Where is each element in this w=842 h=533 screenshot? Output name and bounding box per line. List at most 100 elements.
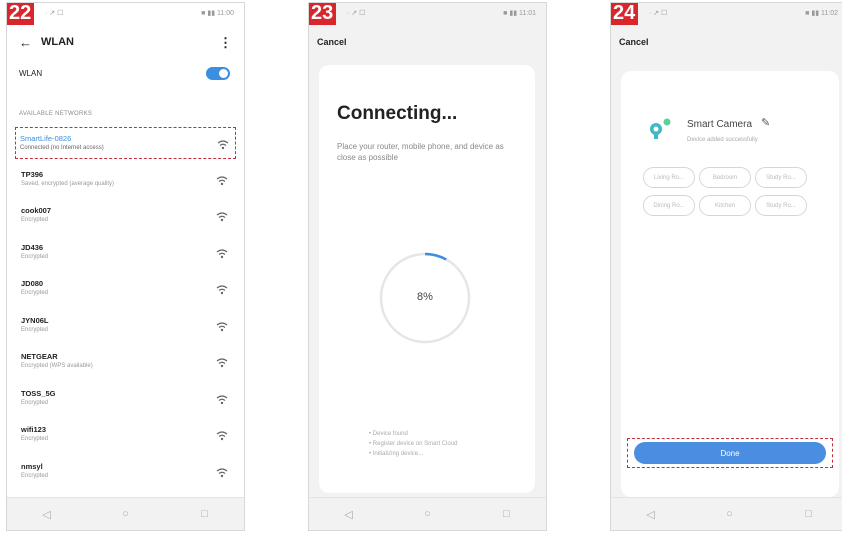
network-name: TP396 [21,169,44,179]
wifi-signal-icon [216,321,228,331]
wifi-signal-icon [216,248,228,258]
room-chip[interactable]: Kitchen [699,195,751,216]
system-nav-bar: ◁ ○ □ [611,497,842,530]
network-list-item[interactable]: wifi123 Encrypted [17,419,234,456]
status-icons-left: · ↗ ☐ [45,10,64,17]
nav-recent-icon[interactable]: □ [487,508,527,520]
camera-device-icon [650,118,671,139]
progress-step: • Device found [369,431,408,437]
network-name: wifi123 [21,425,47,434]
step-badge: 23 [309,3,337,25]
status-icons-left: · ↗ ☐ [649,10,668,17]
wifi-signal-icon [217,140,229,150]
wlan-toggle-label: WLAN [19,69,43,78]
network-status: Encrypted (WPS available) [21,363,93,369]
status-icons-left: · ↗ ☐ [347,10,366,17]
room-chip[interactable]: Study Ro... [755,167,807,188]
edit-name-icon[interactable]: ✎ [761,116,770,129]
nav-back-icon[interactable]: ◁ [631,508,671,521]
cancel-link[interactable]: Cancel [317,37,347,47]
wifi-signal-icon [216,431,228,441]
nav-home-icon[interactable]: ○ [106,508,146,520]
progress-step: • Initializing device... [369,451,424,457]
done-button[interactable]: Done [634,442,826,464]
network-status: Encrypted [21,217,49,223]
status-icons-right: ■ ▮▮ 11:02 [805,10,838,17]
room-chip[interactable]: Dining Ro... [643,195,695,216]
network-status: Encrypted [21,326,49,333]
wifi-signal-icon [216,467,228,477]
network-list-item[interactable]: NETGEAR Encrypted (WPS available) [17,346,234,383]
network-list-item[interactable]: JD436 Encrypted [17,237,234,274]
device-name: Smart Camera [687,119,753,130]
section-label: AVAILABLE NETWORKS [19,111,93,117]
status-icons-right: ■ ▮▮ 11:00 [201,10,234,17]
step-badge: 22 [7,3,35,25]
status-bar: · ↗ ☐ ■ ▮▮ 11:01 [309,9,546,21]
wlan-header: ← WLAN ⋮ [15,33,236,53]
wlan-page: · ↗ ☐ ■ ▮▮ 11:00 ← WLAN ⋮ WLAN AVAILABLE… [7,3,244,498]
nav-back-icon[interactable]: ◁ [329,508,369,521]
network-list-item[interactable]: nmsyl Encrypted [17,456,234,493]
room-chip[interactable]: Study Ro... [755,195,807,216]
done-highlight: Done [627,438,833,468]
wifi-signal-icon [216,285,228,295]
progress-steps: • Device found • Register device on Smart… [369,429,457,459]
network-list-item[interactable]: TOSS_5G Encrypted [17,383,234,420]
connecting-card: Connecting... Place your router, mobile … [319,65,535,493]
nav-recent-icon[interactable]: □ [789,508,829,520]
progress-step: • Register device on Smart Cloud [369,441,458,447]
step-badge: 24 [611,3,639,25]
network-status: Encrypted [21,399,49,406]
toggle-knob [219,69,228,78]
network-name: cook007 [21,206,52,215]
room-chip[interactable]: Bedroom [699,167,751,188]
system-nav-bar: ◁ ○ □ [309,497,546,530]
wifi-signal-icon [216,212,228,222]
page-title: WLAN [41,36,74,48]
status-icons-right: ■ ▮▮ 11:01 [503,10,536,17]
nav-back-icon[interactable]: ◁ [27,508,67,521]
device-status: Device added successfully [687,137,758,143]
wlan-toggle[interactable] [206,67,230,80]
network-status: Encrypted [21,253,49,260]
connecting-description: Place your router, mobile phone, and dev… [337,142,504,162]
more-options-icon[interactable]: ⋮ [219,35,232,51]
wifi-signal-icon [216,358,228,368]
network-name: JD080 [21,279,44,288]
network-name: JD436 [21,242,44,252]
device-card: Smart Camera ✎ Device added successfully… [621,71,839,497]
room-selector: Living Ro... Bedroom Study Ro... Dining Ro.… [643,167,819,216]
network-list-item[interactable]: cook007 Encrypted [17,200,234,237]
network-status: Saved, encrypted (average quality) [21,180,115,187]
network-name: nmsyl [21,461,43,471]
wlan-toggle-row: WLAN [17,65,234,85]
nav-recent-icon[interactable]: □ [185,508,225,520]
network-status: Encrypted [21,290,49,296]
network-list-item[interactable]: JYN06L Encrypted [17,310,234,347]
nav-home-icon[interactable]: ○ [710,508,750,520]
phone-screen-wlan: 22 · ↗ ☐ ■ ▮▮ 11:00 ← WLAN ⋮ WLAN AVAILA… [6,2,245,531]
phone-screen-device-added: 24 · ↗ ☐ ■ ▮▮ 11:02 Cancel Smart Camera … [610,2,842,531]
network-name: NETGEAR [21,352,58,361]
network-status: Encrypted [21,436,49,442]
status-bar: · ↗ ☐ ■ ▮▮ 11:00 [7,9,244,21]
nav-home-icon[interactable]: ○ [408,508,448,520]
network-name: JYN06L [21,315,49,325]
wifi-signal-icon [216,394,228,404]
network-name: SmartLife-0826 [20,134,72,143]
back-arrow-icon[interactable]: ← [19,35,32,50]
network-list-item[interactable]: TP396 Saved, encrypted (average quality) [17,164,234,201]
network-list-item[interactable]: SmartLife-0826 Connected (no Internet acc… [15,127,236,159]
room-chip[interactable]: Living Ro... [643,167,695,188]
network-list-item[interactable]: JD080 Encrypted [17,273,234,310]
network-list: SmartLife-0826 Connected (no Internet acc… [15,127,236,493]
network-status: Encrypted [21,472,49,479]
cancel-link[interactable]: Cancel [619,37,649,47]
wifi-signal-icon [216,175,228,185]
status-bar: · ↗ ☐ ■ ▮▮ 11:02 [611,9,842,21]
system-nav-bar: ◁ ○ □ [7,497,244,530]
network-status: Connected (no Internet access) [20,145,104,151]
connecting-title: Connecting... [337,103,458,124]
network-name: TOSS_5G [21,388,56,398]
